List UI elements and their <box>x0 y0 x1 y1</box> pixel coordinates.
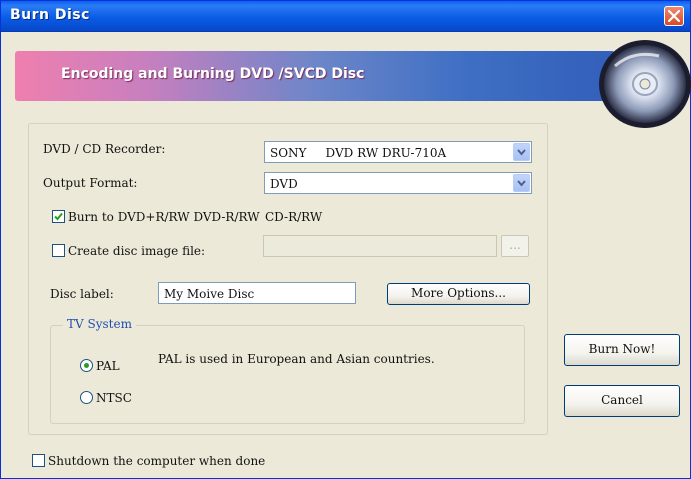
tv-system-description: PAL is used in European and Asian countr… <box>158 352 435 366</box>
disc-label-input[interactable]: My Moive Disc <box>158 282 356 304</box>
output-format-dropdown-button[interactable] <box>513 174 530 192</box>
chevron-down-icon <box>517 180 526 187</box>
recorder-select[interactable]: SONY DVD RW DRU-710A <box>264 141 532 163</box>
output-format-value: DVD <box>270 177 298 191</box>
checkmark-icon <box>54 212 63 221</box>
browse-button[interactable]: ... <box>501 235 529 257</box>
ntsc-radio[interactable] <box>80 391 93 404</box>
recorder-dropdown-button[interactable] <box>513 143 530 161</box>
close-icon <box>668 10 680 22</box>
disc-label-label: Disc label: <box>50 287 114 301</box>
tv-system-title: TV System <box>63 317 136 331</box>
cancel-button[interactable]: Cancel <box>564 385 680 417</box>
disc-image-checkbox[interactable] <box>52 244 65 257</box>
burn-now-label: Burn Now! <box>588 342 656 356</box>
banner-text: Encoding and Burning DVD /SVCD Disc <box>61 66 365 82</box>
close-button[interactable] <box>664 6 684 26</box>
title-bar[interactable]: Burn Disc <box>1 1 690 32</box>
pal-label: PAL <box>96 359 120 373</box>
window-title: Burn Disc <box>10 7 90 23</box>
chevron-down-icon <box>517 149 526 156</box>
burn-to-suffix: CD-R/RW <box>265 210 323 224</box>
tv-system-group <box>50 325 525 424</box>
pal-radio[interactable] <box>80 359 93 372</box>
output-format-select[interactable]: DVD <box>264 172 532 194</box>
header-banner: Encoding and Burning DVD /SVCD Disc <box>15 51 615 101</box>
burn-to-label: Burn to DVD+R/RW DVD-R/RW <box>68 210 260 224</box>
more-options-button[interactable]: More Options... <box>387 283 530 305</box>
more-options-label: More Options... <box>411 286 506 300</box>
radio-selected-dot <box>84 363 89 368</box>
shutdown-label: Shutdown the computer when done <box>48 454 266 468</box>
disc-icon <box>599 40 691 128</box>
disc-image-label: Create disc image file: <box>68 244 206 258</box>
shutdown-checkbox[interactable] <box>32 454 45 467</box>
disc-label-value: My Moive Disc <box>164 287 255 301</box>
recorder-label: DVD / CD Recorder: <box>43 142 166 156</box>
cancel-label: Cancel <box>601 393 643 407</box>
recorder-value: SONY DVD RW DRU-710A <box>270 146 447 160</box>
burn-to-checkbox[interactable] <box>52 210 65 223</box>
disc-image-path-field[interactable] <box>263 235 497 257</box>
burn-now-button[interactable]: Burn Now! <box>564 334 680 366</box>
output-format-label: Output Format: <box>43 176 138 190</box>
ntsc-label: NTSC <box>96 391 132 405</box>
burn-disc-dialog: Burn Disc Encoding and Burning DVD /SVCD… <box>0 0 691 479</box>
